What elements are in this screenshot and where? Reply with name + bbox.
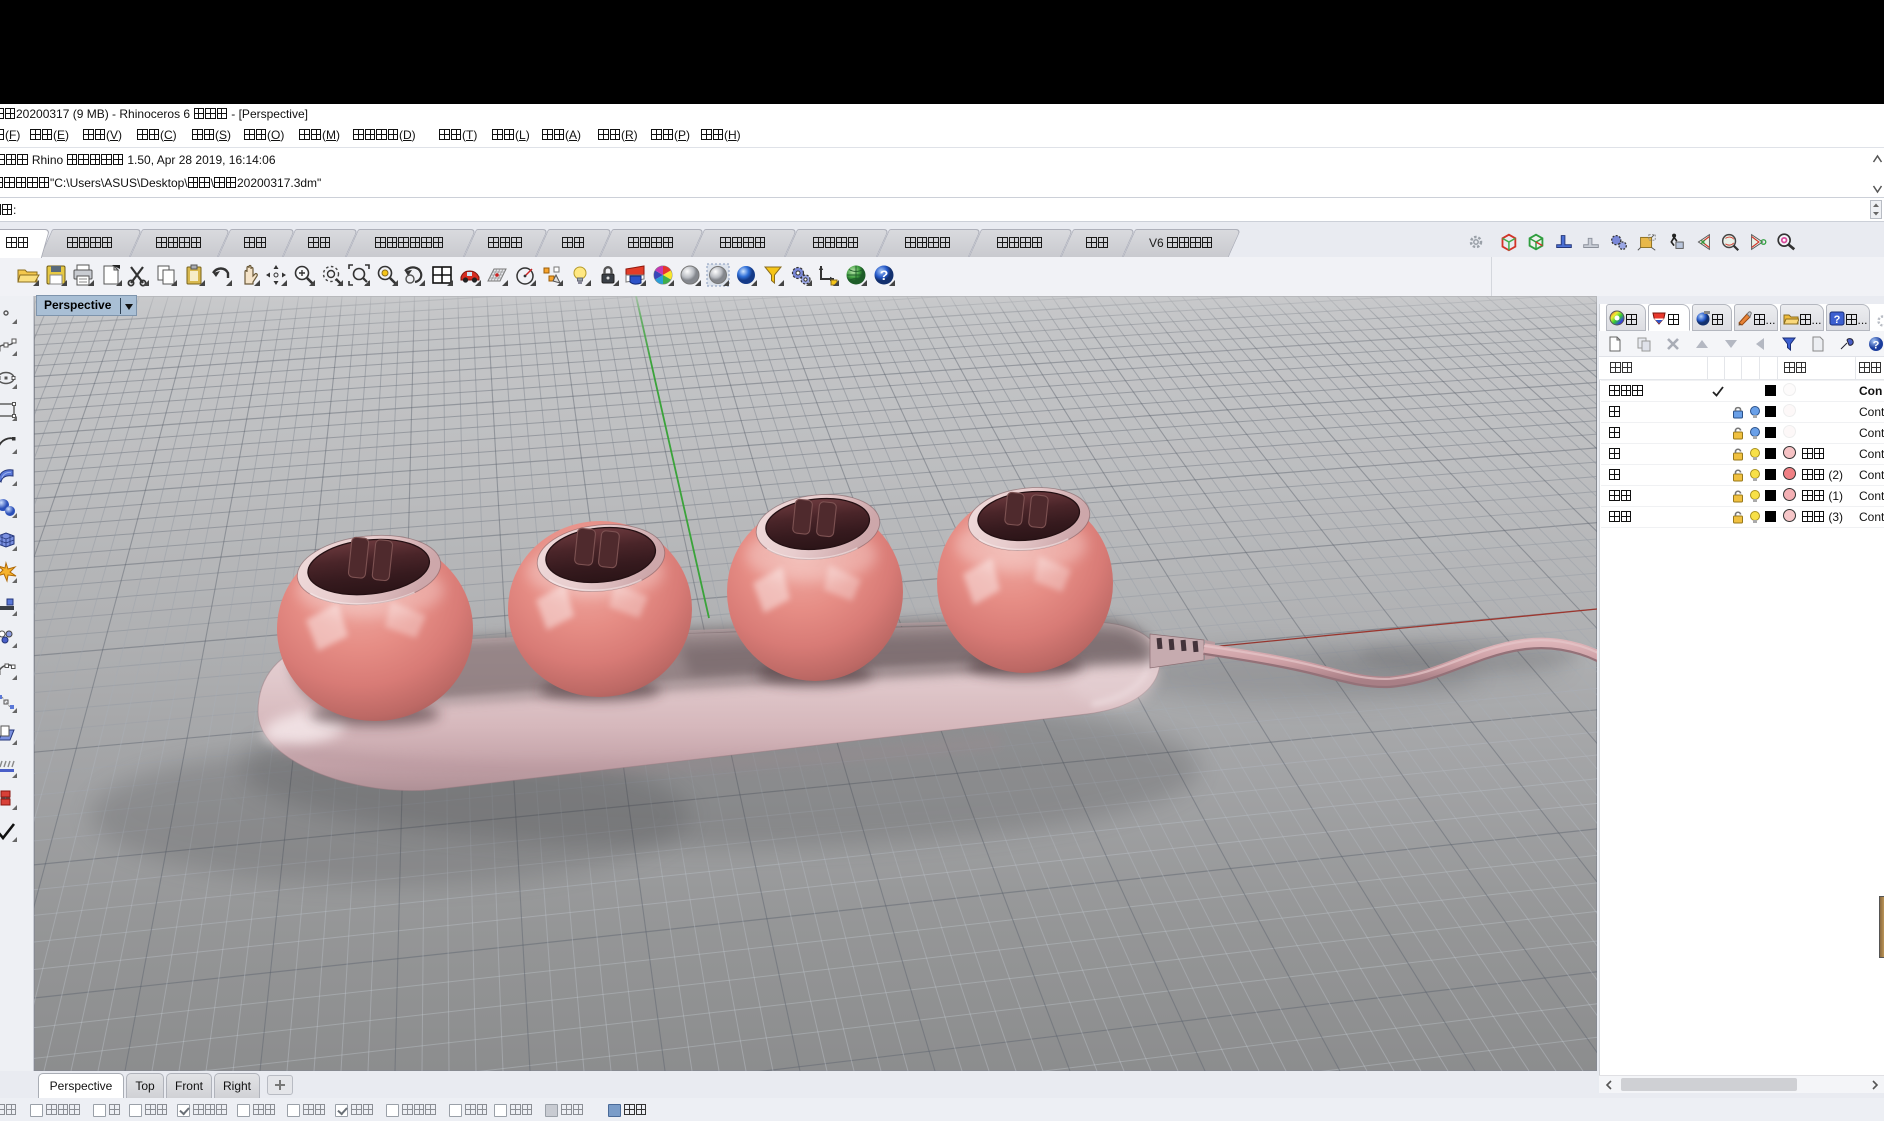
svg-text:?: ?: [880, 267, 889, 283]
svg-text:?: ?: [1873, 340, 1880, 352]
svg-text:?: ?: [1834, 314, 1841, 326]
